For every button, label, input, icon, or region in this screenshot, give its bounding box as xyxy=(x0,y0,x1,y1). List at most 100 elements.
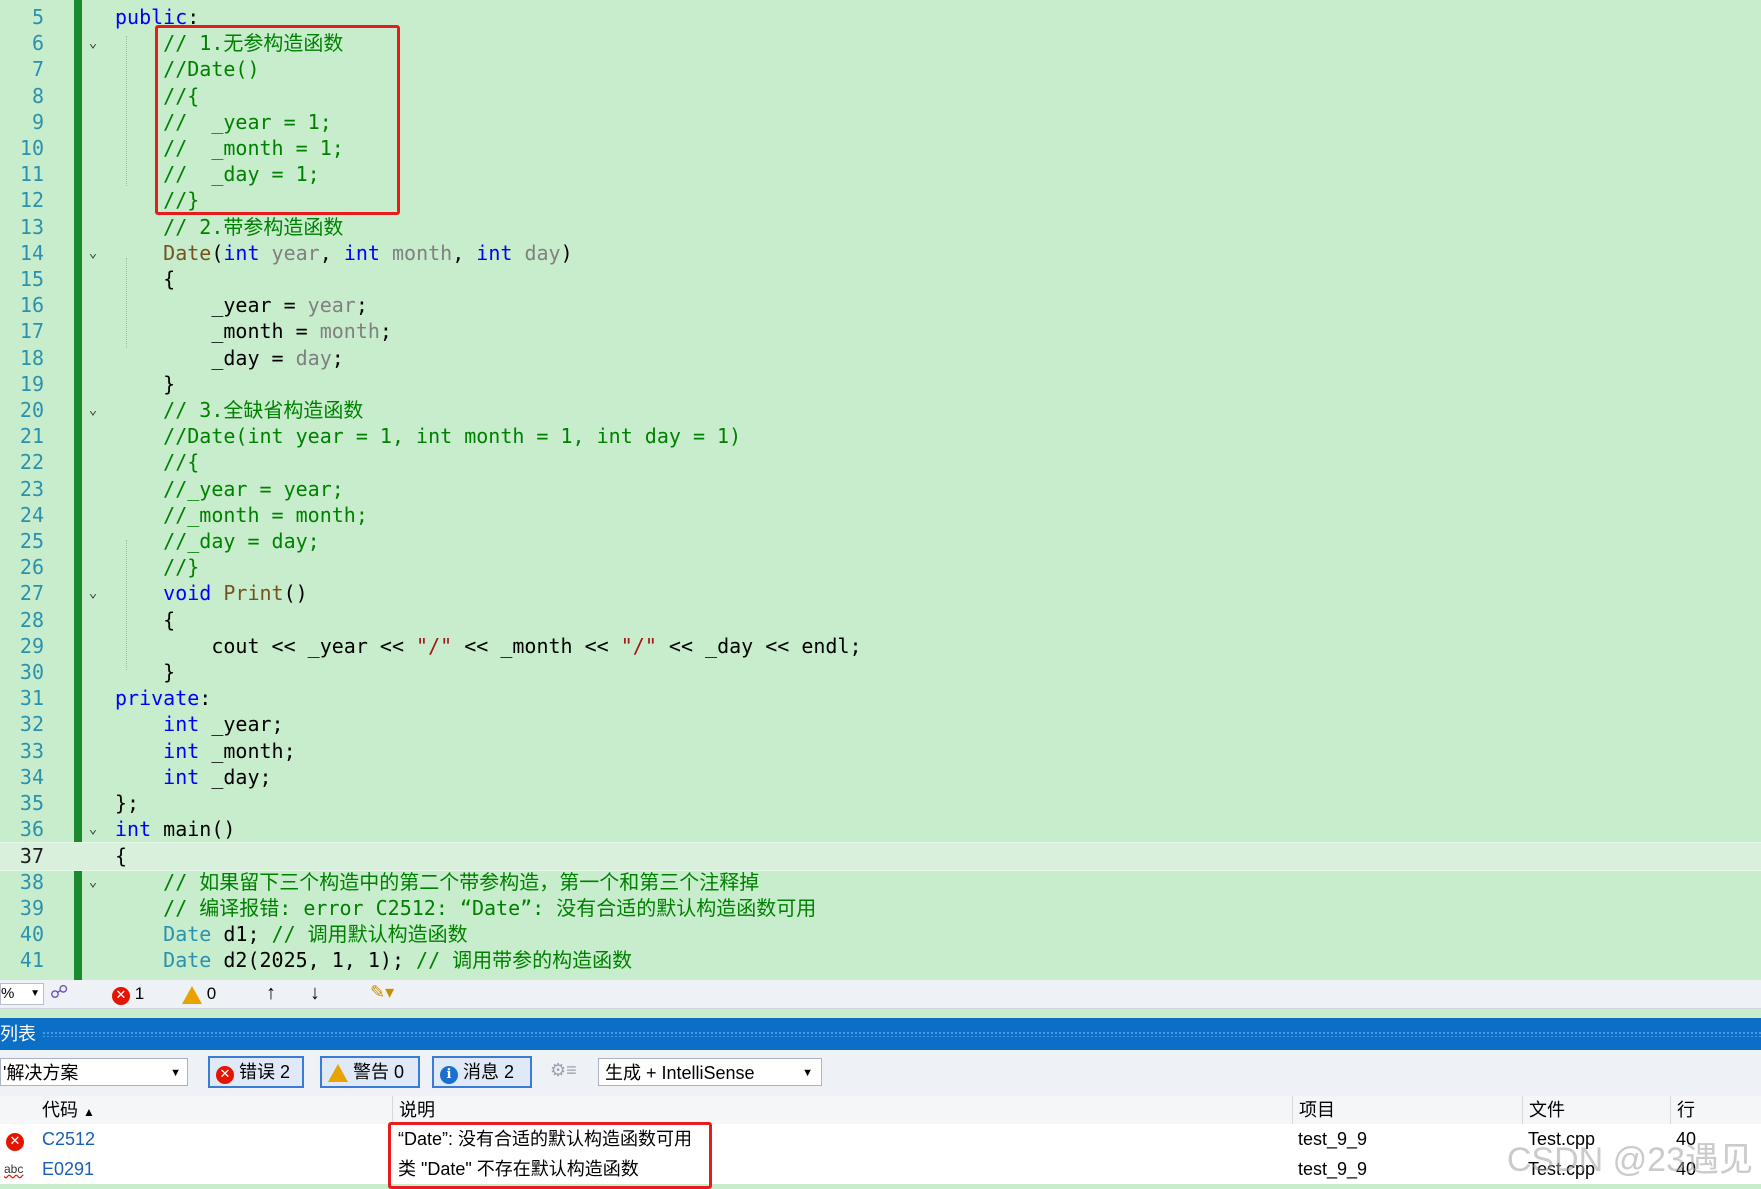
line-number: 34 xyxy=(19,764,44,789)
editor-status-bar: % ▼ ☍ ✕ 1 0 ↑ ↓ ✎▾ xyxy=(0,980,1761,1009)
fold-chevron-icon[interactable]: ⌄ xyxy=(84,30,102,56)
code-line[interactable]: 29 cout << _year << "/" << _month << "/"… xyxy=(0,633,1761,659)
code-line[interactable]: 26 //} xyxy=(0,554,1761,580)
info-icon: i xyxy=(440,1066,458,1084)
code-line[interactable]: 34 int _day; xyxy=(0,764,1761,790)
sort-asc-icon: ▲ xyxy=(83,1105,95,1119)
line-number: 27 xyxy=(19,581,44,606)
health-icon[interactable]: ☍ xyxy=(50,982,68,1003)
code-text: //_year = year; xyxy=(115,476,344,501)
code-line[interactable]: 16 _year = year; xyxy=(0,292,1761,318)
code-line[interactable]: 24 //_month = month; xyxy=(0,502,1761,528)
line-number: 5 xyxy=(31,5,44,29)
error-row[interactable]: ✕ C2512 “Date”: 没有合适的默认构造函数可用 test_9_9 T… xyxy=(0,1124,1761,1154)
watermark: CSDN @23遇见 xyxy=(1506,1141,1753,1179)
code-text: int _month; xyxy=(163,738,296,763)
line-number: 16 xyxy=(19,293,44,318)
code-line[interactable]: 17 _month = month; xyxy=(0,318,1761,344)
code-line[interactable]: 18 _day = day; xyxy=(0,345,1761,371)
code-line[interactable]: 25 //_day = day; xyxy=(0,528,1761,554)
highlight-box-error-descriptions xyxy=(388,1122,712,1189)
column-file[interactable]: 文件 xyxy=(1522,1096,1670,1124)
column-line[interactable]: 行 xyxy=(1670,1096,1761,1124)
code-editor[interactable]: 5 public: 6 ⌄ // 1.无参构造函数 7 //Date() 8 //{9 /… xyxy=(0,0,1761,980)
build-filter-dropdown[interactable]: 生成 + IntelliSense ▼ xyxy=(598,1058,822,1086)
line-number: 20 xyxy=(19,398,44,422)
line-number: 30 xyxy=(19,660,44,684)
code-line[interactable]: 31 private: xyxy=(0,685,1761,711)
zoom-select[interactable]: % ▼ xyxy=(0,983,44,1005)
code-text: } xyxy=(115,371,176,396)
error-icon: ✕ xyxy=(6,1133,24,1151)
fold-chevron-icon[interactable]: ⌄ xyxy=(84,240,102,266)
code-text: _day = day; xyxy=(115,345,344,370)
error-list-toolbar: '解决方案 ▼ ✕ 错误 2 警告 0 i 消息 2 ⚙≡ 生成 + Intel… xyxy=(0,1050,1761,1096)
code-line[interactable]: 37 { xyxy=(0,842,1761,871)
code-text: _month = month; xyxy=(115,319,392,344)
error-icon: ✕ xyxy=(216,1066,234,1084)
line-number: 21 xyxy=(19,424,44,449)
code-line[interactable]: 22 //{ xyxy=(0,449,1761,475)
code-line[interactable]: 28 { xyxy=(0,607,1761,633)
line-number: 18 xyxy=(19,345,44,370)
filter-settings-icon[interactable]: ⚙≡ xyxy=(550,1060,577,1081)
code-line[interactable]: 41 Date d2(2025, 1, 1); // 调用带参的构造函数 xyxy=(0,947,1761,973)
errors-filter-button[interactable]: ✕ 错误 2 xyxy=(208,1056,304,1088)
code-text: { xyxy=(115,844,128,869)
arrow-up-icon[interactable]: ↑ xyxy=(266,982,276,1005)
code-line[interactable]: 33 int _month; xyxy=(0,738,1761,764)
code-line[interactable]: 38 ⌄ // 如果留下三个构造中的第二个带参构造，第一个和第三个注释掉 xyxy=(0,869,1761,895)
warnings-filter-button[interactable]: 警告 0 xyxy=(320,1056,420,1088)
code-text: } xyxy=(115,660,176,684)
fold-chevron-icon[interactable]: ⌄ xyxy=(84,580,102,606)
line-number: 26 xyxy=(19,555,44,580)
code-text: //{ xyxy=(115,450,200,475)
code-line[interactable]: 39 // 编译报错: error C2512: “Date”: 没有合适的默认… xyxy=(0,895,1761,921)
code-line[interactable]: 19 } xyxy=(0,371,1761,397)
error-list-title-bar: 列表 xyxy=(0,1018,1761,1050)
code-text: // 编译报错: error C2512: “Date”: 没有合适的默认构造函… xyxy=(115,895,817,920)
error-code-link[interactable]: E0291 xyxy=(42,1154,94,1184)
code-line[interactable]: 23 //_year = year; xyxy=(0,476,1761,502)
line-number: 29 xyxy=(19,633,44,658)
code-text: int main() xyxy=(115,817,236,842)
intellisense-error-icon: abc xyxy=(4,1162,24,1176)
line-number: 28 xyxy=(19,607,44,632)
code-text: cout << _year << "/" << _month << "/" <<… xyxy=(115,633,862,658)
line-number: 35 xyxy=(19,791,44,815)
error-count[interactable]: 1 xyxy=(135,984,144,1003)
cleanup-brush-icon[interactable]: ✎▾ xyxy=(370,982,394,1003)
error-code-link[interactable]: C2512 xyxy=(42,1124,95,1154)
fold-chevron-icon[interactable]: ⌄ xyxy=(84,869,102,895)
error-row[interactable]: abc E0291 类 "Date" 不存在默认构造函数 test_9_9 Te… xyxy=(0,1154,1761,1184)
line-number: 6 xyxy=(31,31,44,56)
line-number: 31 xyxy=(19,686,44,711)
code-line[interactable]: 30 } xyxy=(0,659,1761,685)
column-description[interactable]: 说明 xyxy=(392,1096,1292,1124)
column-code[interactable]: 代码 ▲ xyxy=(36,1096,392,1124)
messages-filter-button[interactable]: i 消息 2 xyxy=(432,1056,532,1088)
line-number: 13 xyxy=(19,214,44,239)
code-line[interactable]: 15 { xyxy=(0,266,1761,292)
code-text: //} xyxy=(115,555,200,580)
code-text: private: xyxy=(115,686,212,711)
code-line[interactable]: 13 // 2.带参构造函数 xyxy=(0,214,1761,240)
code-line[interactable]: 20 ⌄ // 3.全缺省构造函数 xyxy=(0,397,1761,423)
code-line[interactable]: 35}; xyxy=(0,790,1761,816)
code-line[interactable]: 14 ⌄ Date(int year, int month, int day) xyxy=(0,240,1761,266)
code-line[interactable]: 27 ⌄ void Print() xyxy=(0,580,1761,606)
fold-chevron-icon[interactable]: ⌄ xyxy=(84,816,102,842)
code-text: // 3.全缺省构造函数 xyxy=(115,398,364,422)
code-line[interactable]: 21 //Date(int year = 1, int month = 1, i… xyxy=(0,423,1761,449)
code-line[interactable]: 40 Date d1; // 调用默认构造函数 xyxy=(0,921,1761,947)
warning-count[interactable]: 0 xyxy=(207,984,216,1003)
fold-chevron-icon[interactable]: ⌄ xyxy=(84,397,102,423)
error-project: test_9_9 xyxy=(1298,1159,1368,1179)
scope-dropdown[interactable]: '解决方案 ▼ xyxy=(0,1058,188,1086)
column-project[interactable]: 项目 xyxy=(1292,1096,1522,1124)
line-number: 38 xyxy=(19,869,44,894)
arrow-down-icon[interactable]: ↓ xyxy=(310,982,320,1005)
code-line[interactable]: 32 int _year; xyxy=(0,711,1761,737)
code-line[interactable]: 36 ⌄ int main() xyxy=(0,816,1761,842)
code-text: Date d2(2025, 1, 1); // 调用带参的构造函数 xyxy=(163,948,633,973)
